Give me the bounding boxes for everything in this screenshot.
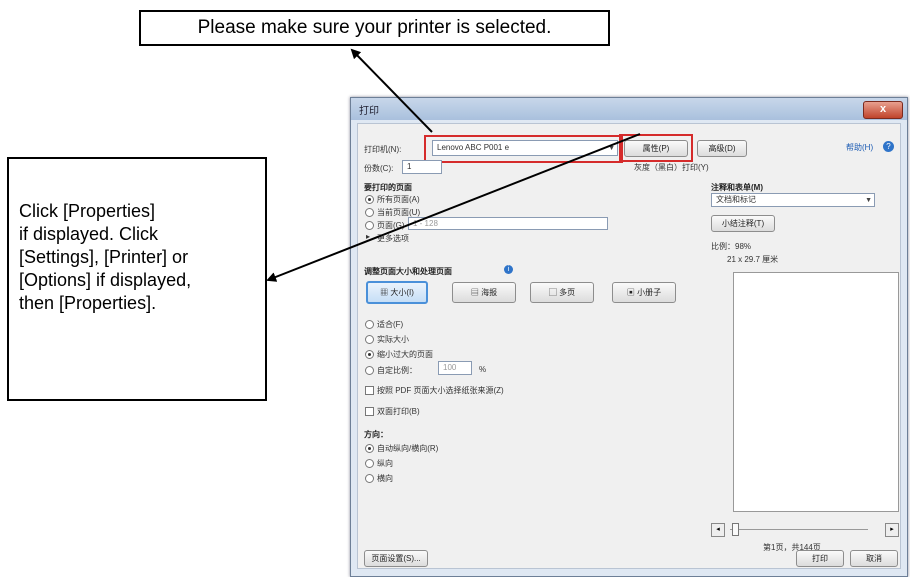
arrow-to-left-callout — [266, 133, 641, 282]
arrow-to-top-callout — [350, 48, 433, 133]
callout-arrows — [266, 48, 641, 282]
